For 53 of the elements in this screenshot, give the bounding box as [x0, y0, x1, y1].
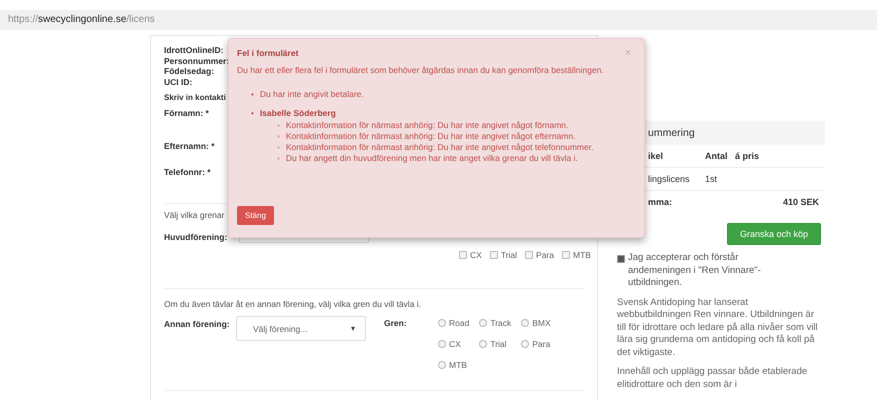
error-item: Kontaktinformation för närmast anhörig: Du har inte angivet något förnamn. [286, 120, 568, 130]
branch-radio[interactable]: BMX [521, 318, 551, 328]
field-label: Telefonnr: * [164, 167, 211, 177]
list-bullet: • [251, 109, 254, 118]
column-header: ikel [647, 151, 664, 161]
info-paragraph: Svensk Antidoping har lanserat webbutbildningen Ren vinnare. Utbildningen är till för idrottare och ledare på alla nivåer som vill lära sig grunderna om antidoping och få koll på det viktigaste. [616, 296, 819, 360]
branch-checkbox[interactable]: CX [459, 250, 482, 260]
field-label: Efternamn: * [164, 141, 215, 151]
branch-radio[interactable]: Road [438, 318, 470, 328]
list-bullet: ◦ [277, 143, 280, 152]
close-button[interactable]: Stäng [237, 206, 274, 225]
branch-radio[interactable]: Trial [479, 339, 512, 349]
instruction-text: Om du även tävlar åt en annan förening, välj vilka gren du vill tävla i. [164, 299, 422, 309]
total-label: mma: [647, 197, 674, 207]
list-bullet: ◦ [277, 154, 280, 163]
branch-radio[interactable]: MTB [438, 360, 470, 370]
branch-radio[interactable]: Para [521, 339, 551, 349]
branch-radio[interactable]: CX [438, 339, 470, 349]
error-item: Du har inte angivit betalare. [260, 89, 364, 99]
table-cell-text: lingslicens [647, 174, 691, 184]
error-message: Du har ett eller flera fel i formuläret som behöver åtgärdas innan du kan genomföra beställningen. [237, 65, 605, 75]
field-label: Skriv in kontakti [164, 92, 226, 104]
instruction-text: Välj vilka grenar [164, 210, 224, 220]
field-label: Huvudförening: [164, 231, 228, 242]
error-item: Du har angett din huvudförening men har inte anget vilka grenar du vill tävla i. [286, 153, 578, 163]
list-bullet: ◦ [277, 132, 280, 141]
club-select[interactable]: Välj förening... ▾ [236, 316, 366, 341]
info-paragraph: Innehåll och upplägg passar både etablerade elitidrottare och den som är i [616, 366, 808, 392]
accept-checkbox[interactable] [617, 255, 625, 263]
error-item: Kontaktinformation för närmast anhörig: Du har inte angivet något efternamn. [286, 131, 576, 141]
field-label: UCI ID: [164, 76, 192, 87]
field-label: Annan förening: [164, 318, 231, 330]
field-label: Gren: [383, 317, 408, 328]
column-header: Antal [705, 151, 728, 161]
list-bullet: ◦ [277, 121, 280, 130]
branch-checkbox[interactable]: Para [525, 250, 554, 260]
field-label: IdrottOnlineID: [164, 45, 224, 56]
list-bullet: • [251, 90, 254, 99]
branch-checkbox[interactable]: Trial [490, 250, 518, 260]
field-label: Förnamn: * [164, 108, 209, 118]
address-field[interactable]: https://swecyclingonline.se/licens [0, 10, 877, 30]
branch-radio[interactable]: Track [479, 318, 512, 328]
dialog-title: Fel i formuläret [237, 48, 298, 58]
branch-checkbox[interactable]: MTB [562, 250, 591, 260]
table-cell-text: 1st [705, 174, 718, 184]
total-value: 410 SEK [782, 197, 820, 207]
review-buy-button[interactable]: Granska och köp [726, 223, 821, 245]
error-item: Kontaktinformation för närmast anhörig: Du har inte angivet något telefonnummer. [286, 142, 594, 152]
accept-label: Jag accepterar och förstår andemeningen i "Ren Vinnare"-utbildningen. [628, 252, 762, 290]
field-label: Födelsedag: [164, 66, 214, 76]
column-header: á pris [735, 151, 760, 161]
error-group-title: Isabelle Söderberg [260, 108, 336, 118]
field-label: Personnummer: [164, 56, 230, 66]
